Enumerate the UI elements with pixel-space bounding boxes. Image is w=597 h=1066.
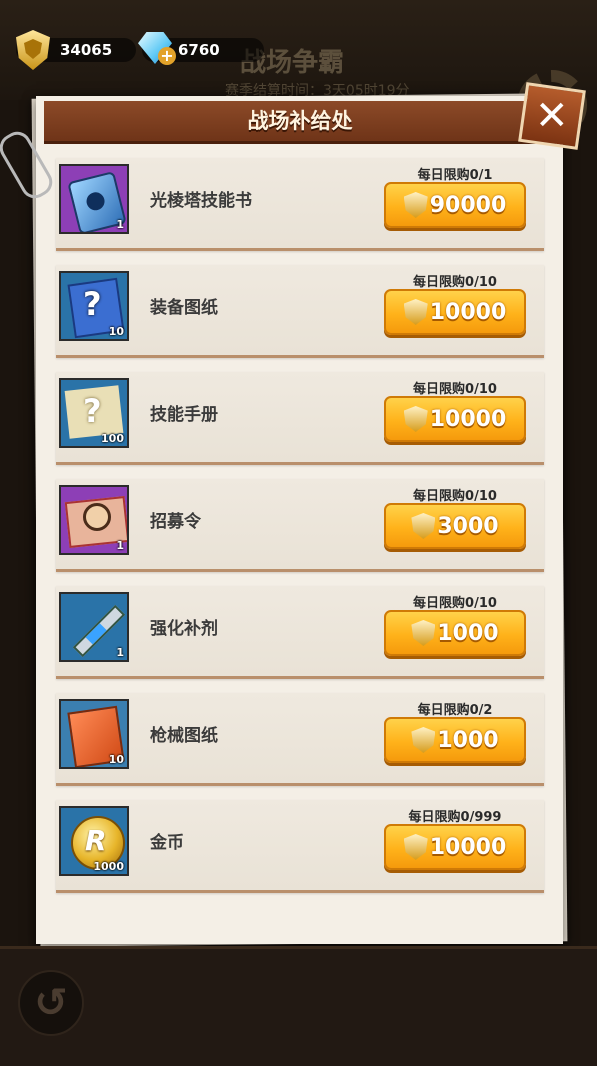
purchase-limit: 每日限购0/1 xyxy=(417,168,493,183)
shop-item-row: ? 100 技能手册 每日限购0/10 10000 xyxy=(56,372,544,465)
add-gems-button[interactable]: + xyxy=(158,47,176,65)
item-price: 1000 xyxy=(437,620,499,646)
purchase-limit: 每日限购0/10 xyxy=(413,382,497,397)
item-name: 技能手册 xyxy=(150,405,218,425)
panel-title: 战场补给处 xyxy=(247,109,353,133)
medal-icon xyxy=(403,406,428,432)
bottom-bar xyxy=(0,946,597,1066)
close-icon: ✕ xyxy=(535,92,569,139)
buy-button[interactable]: 10000 xyxy=(384,824,526,870)
purchase-limit: 每日限购0/10 xyxy=(413,275,497,290)
item-price: 3000 xyxy=(437,513,499,539)
medal-icon xyxy=(411,513,436,539)
syringe-icon[interactable]: 1 xyxy=(59,592,129,662)
item-price: 10000 xyxy=(429,299,507,325)
gem-amount: 6760 xyxy=(178,41,220,59)
buy-button[interactable]: 1000 xyxy=(384,717,526,763)
item-name: 金币 xyxy=(150,833,184,853)
item-count: 1 xyxy=(116,539,124,552)
buy-button[interactable]: 90000 xyxy=(384,182,526,228)
equipment-blueprint-icon[interactable]: ? 10 xyxy=(59,271,129,341)
medal-amount: 34065 xyxy=(60,41,113,59)
shop-item-row: 1 招募令 每日限购0/10 3000 xyxy=(56,479,544,572)
buy-button[interactable]: 3000 xyxy=(384,503,526,549)
close-button[interactable]: ✕ xyxy=(518,82,586,150)
back-button[interactable]: ↺ xyxy=(18,970,84,1036)
purchase-limit: 每日限购0/2 xyxy=(417,703,493,718)
buy-button[interactable]: 10000 xyxy=(384,289,526,335)
item-price: 10000 xyxy=(429,406,507,432)
medal-icon xyxy=(403,299,428,325)
item-price: 90000 xyxy=(429,192,507,218)
back-arrow-icon: ↺ xyxy=(34,980,68,1026)
medal-icon xyxy=(403,834,428,860)
shop-item-row: 1 强化补剂 每日限购0/10 1000 xyxy=(56,586,544,679)
purchase-limit: 每日限购0/10 xyxy=(413,596,497,611)
blue-skill-book-icon[interactable]: 1 xyxy=(59,164,129,234)
item-count: 1 xyxy=(116,646,124,659)
item-count: 10 xyxy=(108,325,124,338)
medal-icon xyxy=(411,620,436,646)
item-name: 强化补剂 xyxy=(150,619,218,639)
gun-blueprint-icon[interactable]: 10 xyxy=(59,699,129,769)
medal-icon xyxy=(403,192,428,218)
item-count: 10 xyxy=(108,753,124,766)
item-price: 1000 xyxy=(437,727,499,753)
shop-item-row: 10 枪械图纸 每日限购0/2 1000 xyxy=(56,693,544,786)
item-price: 10000 xyxy=(429,834,507,860)
buy-button[interactable]: 10000 xyxy=(384,396,526,442)
medal-icon xyxy=(411,727,436,753)
shop-item-row: R 1000 金币 每日限购0/999 10000 xyxy=(56,800,544,893)
item-name: 枪械图纸 xyxy=(150,726,218,746)
item-name: 装备图纸 xyxy=(150,298,218,318)
purchase-limit: 每日限购0/999 xyxy=(408,810,502,825)
shop-item-row: 1 光棱塔技能书 每日限购0/1 90000 xyxy=(56,158,544,251)
shop-item-row: ? 10 装备图纸 每日限购0/10 10000 xyxy=(56,265,544,358)
item-count: 1 xyxy=(116,218,124,231)
recruit-order-icon[interactable]: 1 xyxy=(59,485,129,555)
item-name: 招募令 xyxy=(150,512,201,532)
item-count: 1000 xyxy=(93,860,124,873)
item-count: 100 xyxy=(101,432,124,445)
buy-button[interactable]: 1000 xyxy=(384,610,526,656)
gold-coin-icon[interactable]: R 1000 xyxy=(59,806,129,876)
skill-manual-icon[interactable]: ? 100 xyxy=(59,378,129,448)
item-name: 光棱塔技能书 xyxy=(150,191,252,211)
purchase-limit: 每日限购0/10 xyxy=(413,489,497,504)
